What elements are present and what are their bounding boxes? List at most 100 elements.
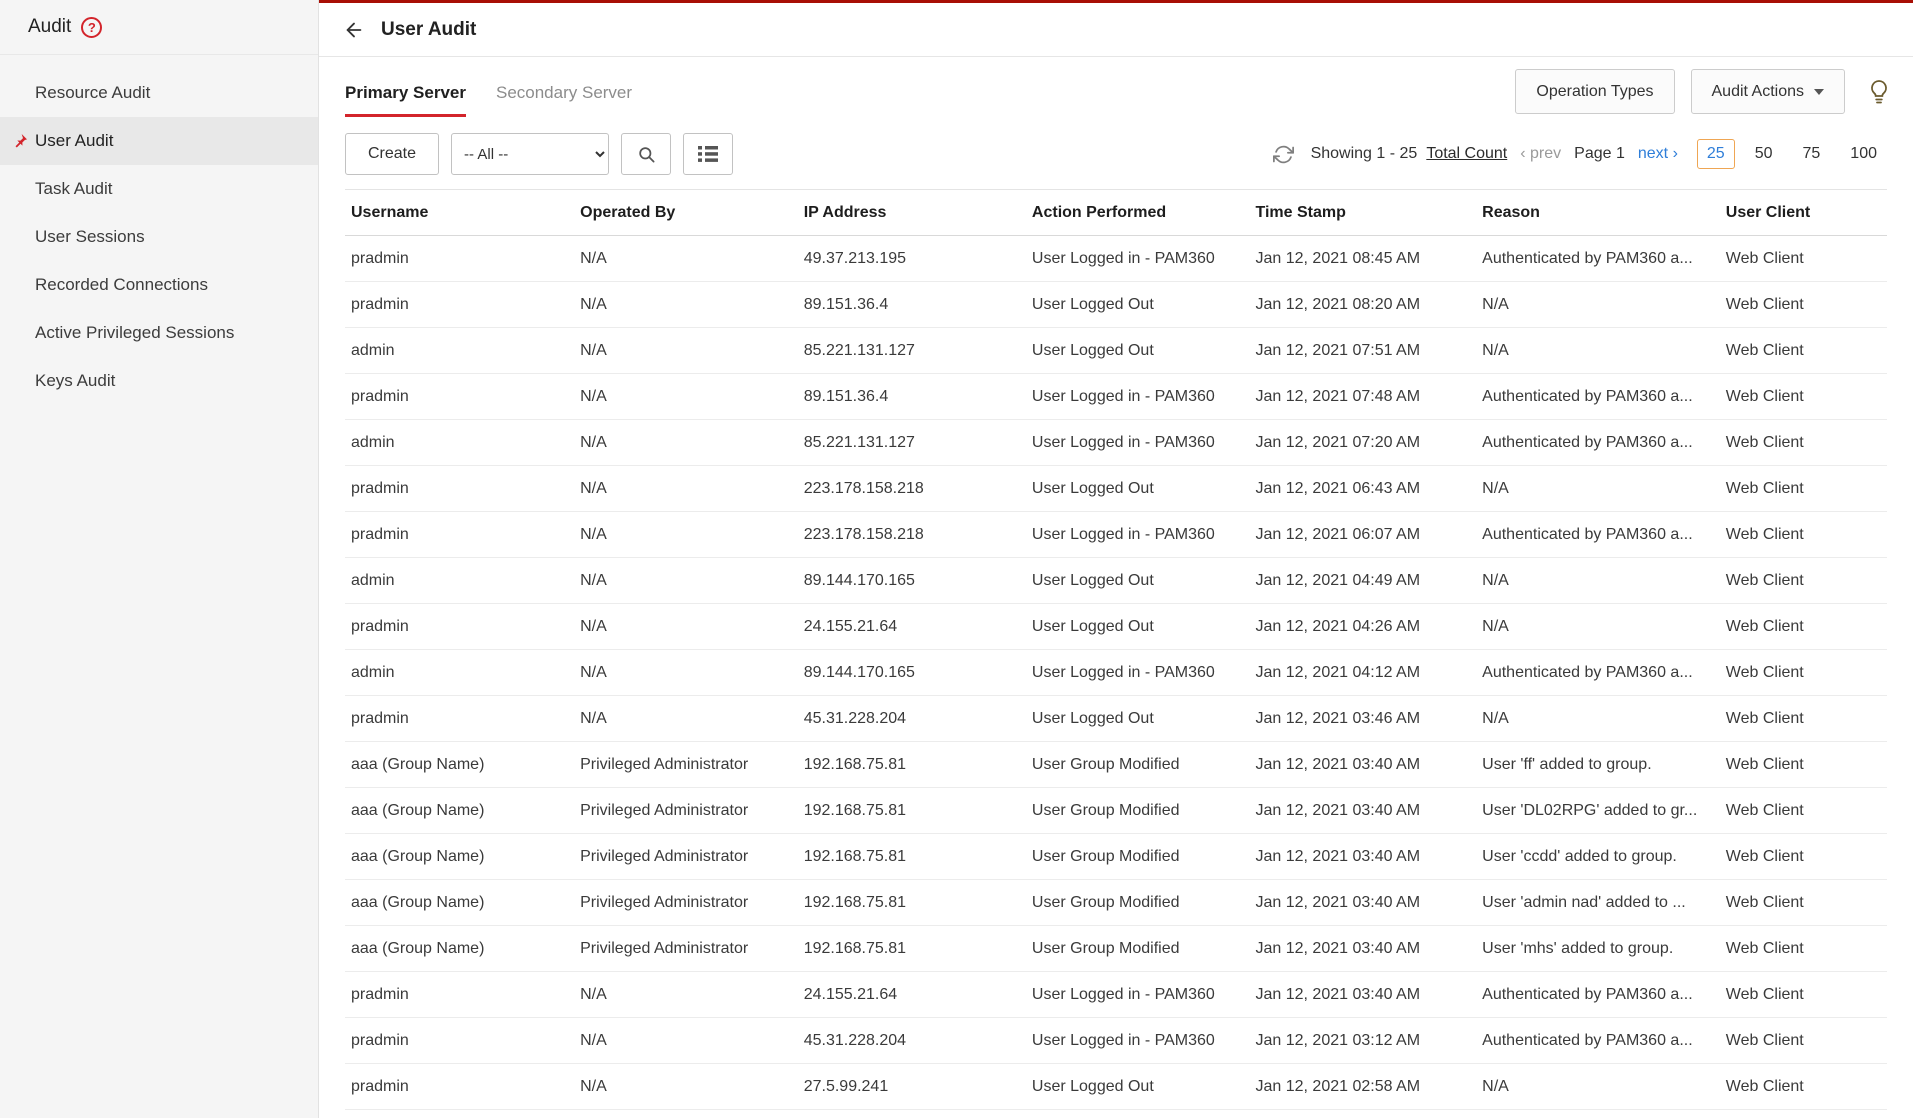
table-cell: User 'mhs' added to group.	[1472, 926, 1716, 972]
table-row[interactable]: aaa (Group Name)Privileged Administrator…	[345, 834, 1887, 880]
table-cell: pradmin	[345, 972, 570, 1018]
list-icon	[698, 145, 718, 163]
table-row[interactable]: pradminN/A49.37.213.195User Logged in - …	[345, 236, 1887, 282]
table-cell: aaa (Group Name)	[345, 926, 570, 972]
page-size-25[interactable]: 25	[1697, 139, 1735, 169]
table-cell: Web Client	[1716, 466, 1887, 512]
table-row[interactable]: adminN/A89.144.170.165User Logged OutJan…	[345, 558, 1887, 604]
search-button[interactable]	[621, 133, 671, 175]
help-icon[interactable]: ?	[81, 17, 102, 38]
table-row[interactable]: aaa (Group Name)Privileged Administrator…	[345, 926, 1887, 972]
refresh-icon[interactable]	[1273, 144, 1294, 165]
table-row[interactable]: pradminN/A89.151.36.4User Logged in - PA…	[345, 374, 1887, 420]
sidebar-title: Audit	[28, 16, 71, 38]
tab-primary-server[interactable]: Primary Server	[345, 83, 466, 117]
table-body: pradminN/A49.37.213.195User Logged in - …	[345, 236, 1887, 1110]
sidebar-item-recorded-connections[interactable]: Recorded Connections	[0, 261, 318, 309]
next-button[interactable]: next ›	[1638, 145, 1678, 163]
column-header-ip-address[interactable]: IP Address	[794, 190, 1022, 236]
page-size-50[interactable]: 50	[1745, 139, 1783, 169]
table-cell: N/A	[1472, 696, 1716, 742]
table-row[interactable]: adminN/A89.144.170.165User Logged in - P…	[345, 650, 1887, 696]
column-header-operated-by[interactable]: Operated By	[570, 190, 794, 236]
filter-select[interactable]: -- All --	[451, 133, 609, 175]
table-row[interactable]: pradminN/A89.151.36.4User Logged OutJan …	[345, 282, 1887, 328]
table-cell: Authenticated by PAM360 a...	[1472, 972, 1716, 1018]
table-cell: 89.144.170.165	[794, 558, 1022, 604]
table-row[interactable]: pradminN/A24.155.21.64User Logged in - P…	[345, 972, 1887, 1018]
table-cell: admin	[345, 328, 570, 374]
operation-types-button[interactable]: Operation Types	[1515, 69, 1674, 114]
table-cell: Jan 12, 2021 03:46 AM	[1245, 696, 1472, 742]
column-header-time-stamp[interactable]: Time Stamp	[1245, 190, 1472, 236]
column-header-username[interactable]: Username	[345, 190, 570, 236]
sidebar-item-active-privileged-sessions[interactable]: Active Privileged Sessions	[0, 309, 318, 357]
table-cell: Jan 12, 2021 07:51 AM	[1245, 328, 1472, 374]
table-cell: admin	[345, 650, 570, 696]
table-cell: 192.168.75.81	[794, 742, 1022, 788]
audit-actions-button[interactable]: Audit Actions	[1691, 69, 1846, 114]
sidebar-item-keys-audit[interactable]: Keys Audit	[0, 357, 318, 405]
total-count-link[interactable]: Total Count	[1426, 145, 1507, 163]
table-cell: Privileged Administrator	[570, 834, 794, 880]
lightbulb-icon[interactable]	[1867, 79, 1891, 105]
app-root: Audit ? Resource AuditUser AuditTask Aud…	[0, 0, 1913, 1118]
table-cell: Web Client	[1716, 696, 1887, 742]
table-row[interactable]: pradminN/A27.5.99.241User Logged OutJan …	[345, 1064, 1887, 1110]
column-header-action-performed[interactable]: Action Performed	[1022, 190, 1246, 236]
prev-button[interactable]: ‹ prev	[1520, 145, 1561, 163]
table-cell: Web Client	[1716, 650, 1887, 696]
page-size-group: 25 50 75 100	[1697, 139, 1887, 169]
table-cell: 85.221.131.127	[794, 328, 1022, 374]
table-cell: Jan 12, 2021 03:40 AM	[1245, 972, 1472, 1018]
table-cell: Jan 12, 2021 04:26 AM	[1245, 604, 1472, 650]
table-cell: 24.155.21.64	[794, 604, 1022, 650]
table-cell: pradmin	[345, 604, 570, 650]
table-row[interactable]: pradminN/A24.155.21.64User Logged OutJan…	[345, 604, 1887, 650]
table-cell: User Logged in - PAM360	[1022, 420, 1246, 466]
page-size-75[interactable]: 75	[1793, 139, 1831, 169]
chevron-left-icon: ‹	[1520, 145, 1525, 162]
sidebar-item-task-audit[interactable]: Task Audit	[0, 165, 318, 213]
column-header-user-client[interactable]: User Client	[1716, 190, 1887, 236]
table-row[interactable]: pradminN/A223.178.158.218User Logged in …	[345, 512, 1887, 558]
sidebar-item-user-sessions[interactable]: User Sessions	[0, 213, 318, 261]
table-cell: Privileged Administrator	[570, 926, 794, 972]
back-arrow-icon[interactable]	[343, 19, 365, 41]
table-row[interactable]: adminN/A85.221.131.127User Logged OutJan…	[345, 328, 1887, 374]
table-cell: User Logged Out	[1022, 282, 1246, 328]
sidebar: Audit ? Resource AuditUser AuditTask Aud…	[0, 0, 319, 1118]
table-row[interactable]: aaa (Group Name)Privileged Administrator…	[345, 880, 1887, 926]
table-cell: User Logged Out	[1022, 1064, 1246, 1110]
page-header: User Audit	[319, 3, 1913, 57]
table-cell: pradmin	[345, 236, 570, 282]
table-cell: Jan 12, 2021 04:12 AM	[1245, 650, 1472, 696]
table-cell: N/A	[570, 282, 794, 328]
main-area: User Audit Primary Server Secondary Serve…	[319, 0, 1913, 1118]
table-row[interactable]: pradminN/A45.31.228.204User Logged in - …	[345, 1018, 1887, 1064]
chevron-right-icon: ›	[1673, 145, 1678, 162]
create-button[interactable]: Create	[345, 133, 439, 175]
page-size-100[interactable]: 100	[1840, 139, 1887, 169]
table-row[interactable]: pradminN/A45.31.228.204User Logged OutJa…	[345, 696, 1887, 742]
table-cell: Web Client	[1716, 834, 1887, 880]
table-row[interactable]: adminN/A85.221.131.127User Logged in - P…	[345, 420, 1887, 466]
table-row[interactable]: aaa (Group Name)Privileged Administrator…	[345, 788, 1887, 834]
table-cell: 85.221.131.127	[794, 420, 1022, 466]
table-cell: Authenticated by PAM360 a...	[1472, 420, 1716, 466]
page-title: User Audit	[381, 19, 476, 41]
table-cell: Jan 12, 2021 03:12 AM	[1245, 1018, 1472, 1064]
table-cell: Web Client	[1716, 236, 1887, 282]
sidebar-item-user-audit[interactable]: User Audit	[0, 117, 318, 165]
audit-table: UsernameOperated ByIP AddressAction Perf…	[345, 189, 1887, 1110]
sidebar-item-resource-audit[interactable]: Resource Audit	[0, 69, 318, 117]
chevron-down-icon	[1814, 89, 1824, 95]
table-cell: N/A	[570, 604, 794, 650]
search-icon	[637, 145, 656, 164]
tab-secondary-server[interactable]: Secondary Server	[496, 83, 632, 117]
table-row[interactable]: aaa (Group Name)Privileged Administrator…	[345, 742, 1887, 788]
table-cell: User 'ccdd' added to group.	[1472, 834, 1716, 880]
column-header-reason[interactable]: Reason	[1472, 190, 1716, 236]
table-row[interactable]: pradminN/A223.178.158.218User Logged Out…	[345, 466, 1887, 512]
column-chooser-button[interactable]	[683, 133, 733, 175]
